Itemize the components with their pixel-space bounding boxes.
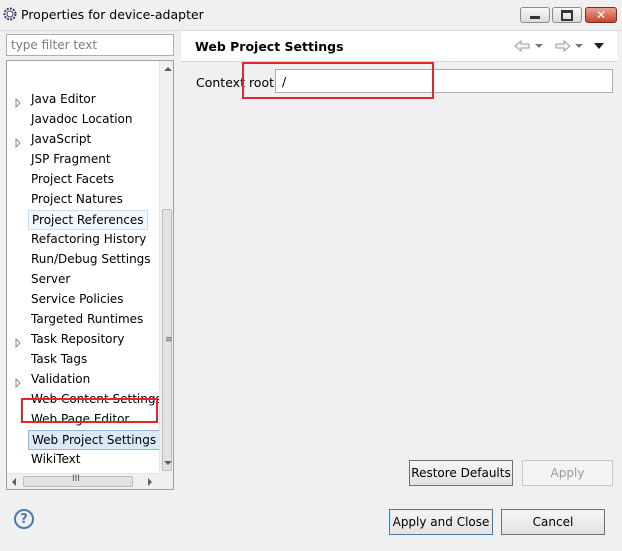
tree-item[interactable]: Web Project Settings bbox=[7, 429, 161, 450]
page-title: Web Project Settings bbox=[195, 39, 344, 54]
tree-item-label: Project Natures bbox=[31, 192, 123, 206]
view-menu-triangle-icon bbox=[594, 43, 604, 49]
minimize-button[interactable] bbox=[520, 7, 550, 23]
tree-item[interactable]: Project Facets bbox=[7, 169, 159, 189]
title-bar: Properties for device-adapter ✕ bbox=[0, 0, 622, 31]
tree-list: Java Editor Javadoc Location JavaScript JSP… bbox=[7, 61, 162, 489]
tree-item-label: Validation bbox=[31, 372, 91, 386]
scroll-down-icon[interactable] bbox=[164, 461, 172, 465]
expand-triangle-icon[interactable] bbox=[13, 374, 23, 389]
expand-triangle-icon[interactable] bbox=[13, 94, 23, 109]
tree-item-label: Web Content Settings bbox=[31, 392, 162, 406]
tree-item[interactable]: Targeted Runtimes bbox=[7, 309, 159, 329]
tree-item-label: Service Policies bbox=[31, 292, 124, 306]
tree-item[interactable]: Java Editor bbox=[7, 89, 159, 109]
tree-item[interactable]: Web Content Settings bbox=[7, 389, 162, 409]
horizontal-scroll-thumb[interactable]: III bbox=[23, 474, 133, 487]
context-root-input[interactable] bbox=[275, 69, 613, 93]
tree-item-label: WikiText bbox=[31, 452, 81, 466]
restore-defaults-button[interactable]: Restore Defaults bbox=[409, 460, 513, 486]
apply-button[interactable]: Apply bbox=[522, 460, 613, 486]
grip-icon: ≡ bbox=[165, 335, 173, 345]
tree-item-label: Javadoc Location bbox=[31, 112, 133, 126]
tree-item[interactable]: JavaScript bbox=[7, 129, 159, 149]
tree-item-label: JSP Fragment bbox=[31, 152, 111, 166]
tree-item-label: Project References bbox=[28, 210, 148, 230]
expand-triangle-icon[interactable] bbox=[13, 334, 23, 349]
tree-item-label: JavaScript bbox=[31, 132, 92, 146]
tree-item[interactable]: Task Tags bbox=[7, 349, 159, 369]
tree-item-label: Task Repository bbox=[31, 332, 125, 346]
minimize-icon bbox=[530, 16, 540, 19]
tree-item-label: Project Facets bbox=[31, 172, 114, 186]
cancel-button[interactable]: Cancel bbox=[501, 509, 605, 535]
grip-icon: III bbox=[72, 474, 80, 484]
page-header: Web Project Settings bbox=[181, 31, 617, 62]
tree-item-label: Run/Debug Settings bbox=[31, 252, 151, 266]
tree-item[interactable]: Refactoring History bbox=[7, 229, 159, 249]
tree-item[interactable]: Service Policies bbox=[7, 289, 159, 309]
maximize-button[interactable] bbox=[552, 7, 582, 23]
back-history-dropdown[interactable] bbox=[535, 37, 543, 55]
tree-item-label: Server bbox=[31, 272, 71, 286]
chevron-down-icon bbox=[575, 44, 583, 48]
tree-item-label: Java Editor bbox=[31, 92, 96, 106]
tree-item-label: Refactoring History bbox=[31, 232, 147, 246]
tree-item[interactable]: Project References bbox=[7, 209, 159, 230]
tree-item-label: Web Page Editor bbox=[31, 412, 130, 426]
scroll-corner bbox=[159, 473, 173, 489]
view-menu-icon[interactable] bbox=[594, 37, 604, 55]
scroll-left-icon[interactable] bbox=[12, 478, 16, 486]
apply-and-close-button[interactable]: Apply and Close bbox=[389, 509, 493, 535]
tree-item[interactable]: Validation bbox=[7, 369, 159, 389]
maximize-icon bbox=[561, 9, 573, 21]
tree-item[interactable]: Project Natures bbox=[7, 189, 159, 209]
forward-arrow-icon[interactable] bbox=[554, 37, 571, 55]
forward-history-dropdown[interactable] bbox=[575, 37, 583, 55]
chevron-down-icon bbox=[535, 44, 543, 48]
scroll-right-icon[interactable] bbox=[148, 478, 152, 486]
page-content: Context root: Restore Defaults Apply bbox=[181, 62, 617, 491]
tree-item-label: Web Project Settings bbox=[28, 430, 161, 450]
vertical-scroll-thumb[interactable]: ≡ bbox=[162, 209, 173, 471]
tree-item[interactable]: WikiText bbox=[7, 449, 159, 469]
expand-triangle-icon[interactable] bbox=[13, 134, 23, 149]
eclipse-gear-icon bbox=[3, 7, 17, 21]
close-icon: ✕ bbox=[595, 8, 607, 22]
tree-item[interactable]: Javadoc Location bbox=[7, 109, 159, 129]
help-icon[interactable]: ? bbox=[14, 509, 34, 529]
tree-item-label: Task Tags bbox=[31, 352, 88, 366]
back-arrow-icon[interactable] bbox=[514, 37, 531, 55]
tree-item[interactable]: Web Page Editor bbox=[7, 409, 159, 429]
context-root-label: Context root: bbox=[196, 75, 279, 90]
vertical-scrollbar[interactable]: ≡ bbox=[159, 61, 173, 473]
close-button[interactable]: ✕ bbox=[585, 7, 617, 23]
tree-item-label: Targeted Runtimes bbox=[31, 312, 144, 326]
navigation-panel: Java Editor Javadoc Location JavaScript JSP… bbox=[4, 31, 174, 491]
horizontal-scrollbar[interactable]: III bbox=[7, 473, 159, 489]
tree-item[interactable]: JSP Fragment bbox=[7, 149, 159, 169]
tree-item[interactable]: Server bbox=[7, 269, 159, 289]
tree-item[interactable]: Task Repository bbox=[7, 329, 159, 349]
property-page: Web Project Settings Context root: Resto… bbox=[181, 31, 617, 491]
preference-tree: Java Editor Javadoc Location JavaScript JSP… bbox=[6, 60, 174, 490]
filter-input[interactable] bbox=[6, 34, 174, 56]
scroll-up-icon[interactable] bbox=[164, 67, 172, 71]
tree-item[interactable]: Run/Debug Settings bbox=[7, 249, 159, 269]
window-title: Properties for device-adapter bbox=[21, 7, 204, 22]
